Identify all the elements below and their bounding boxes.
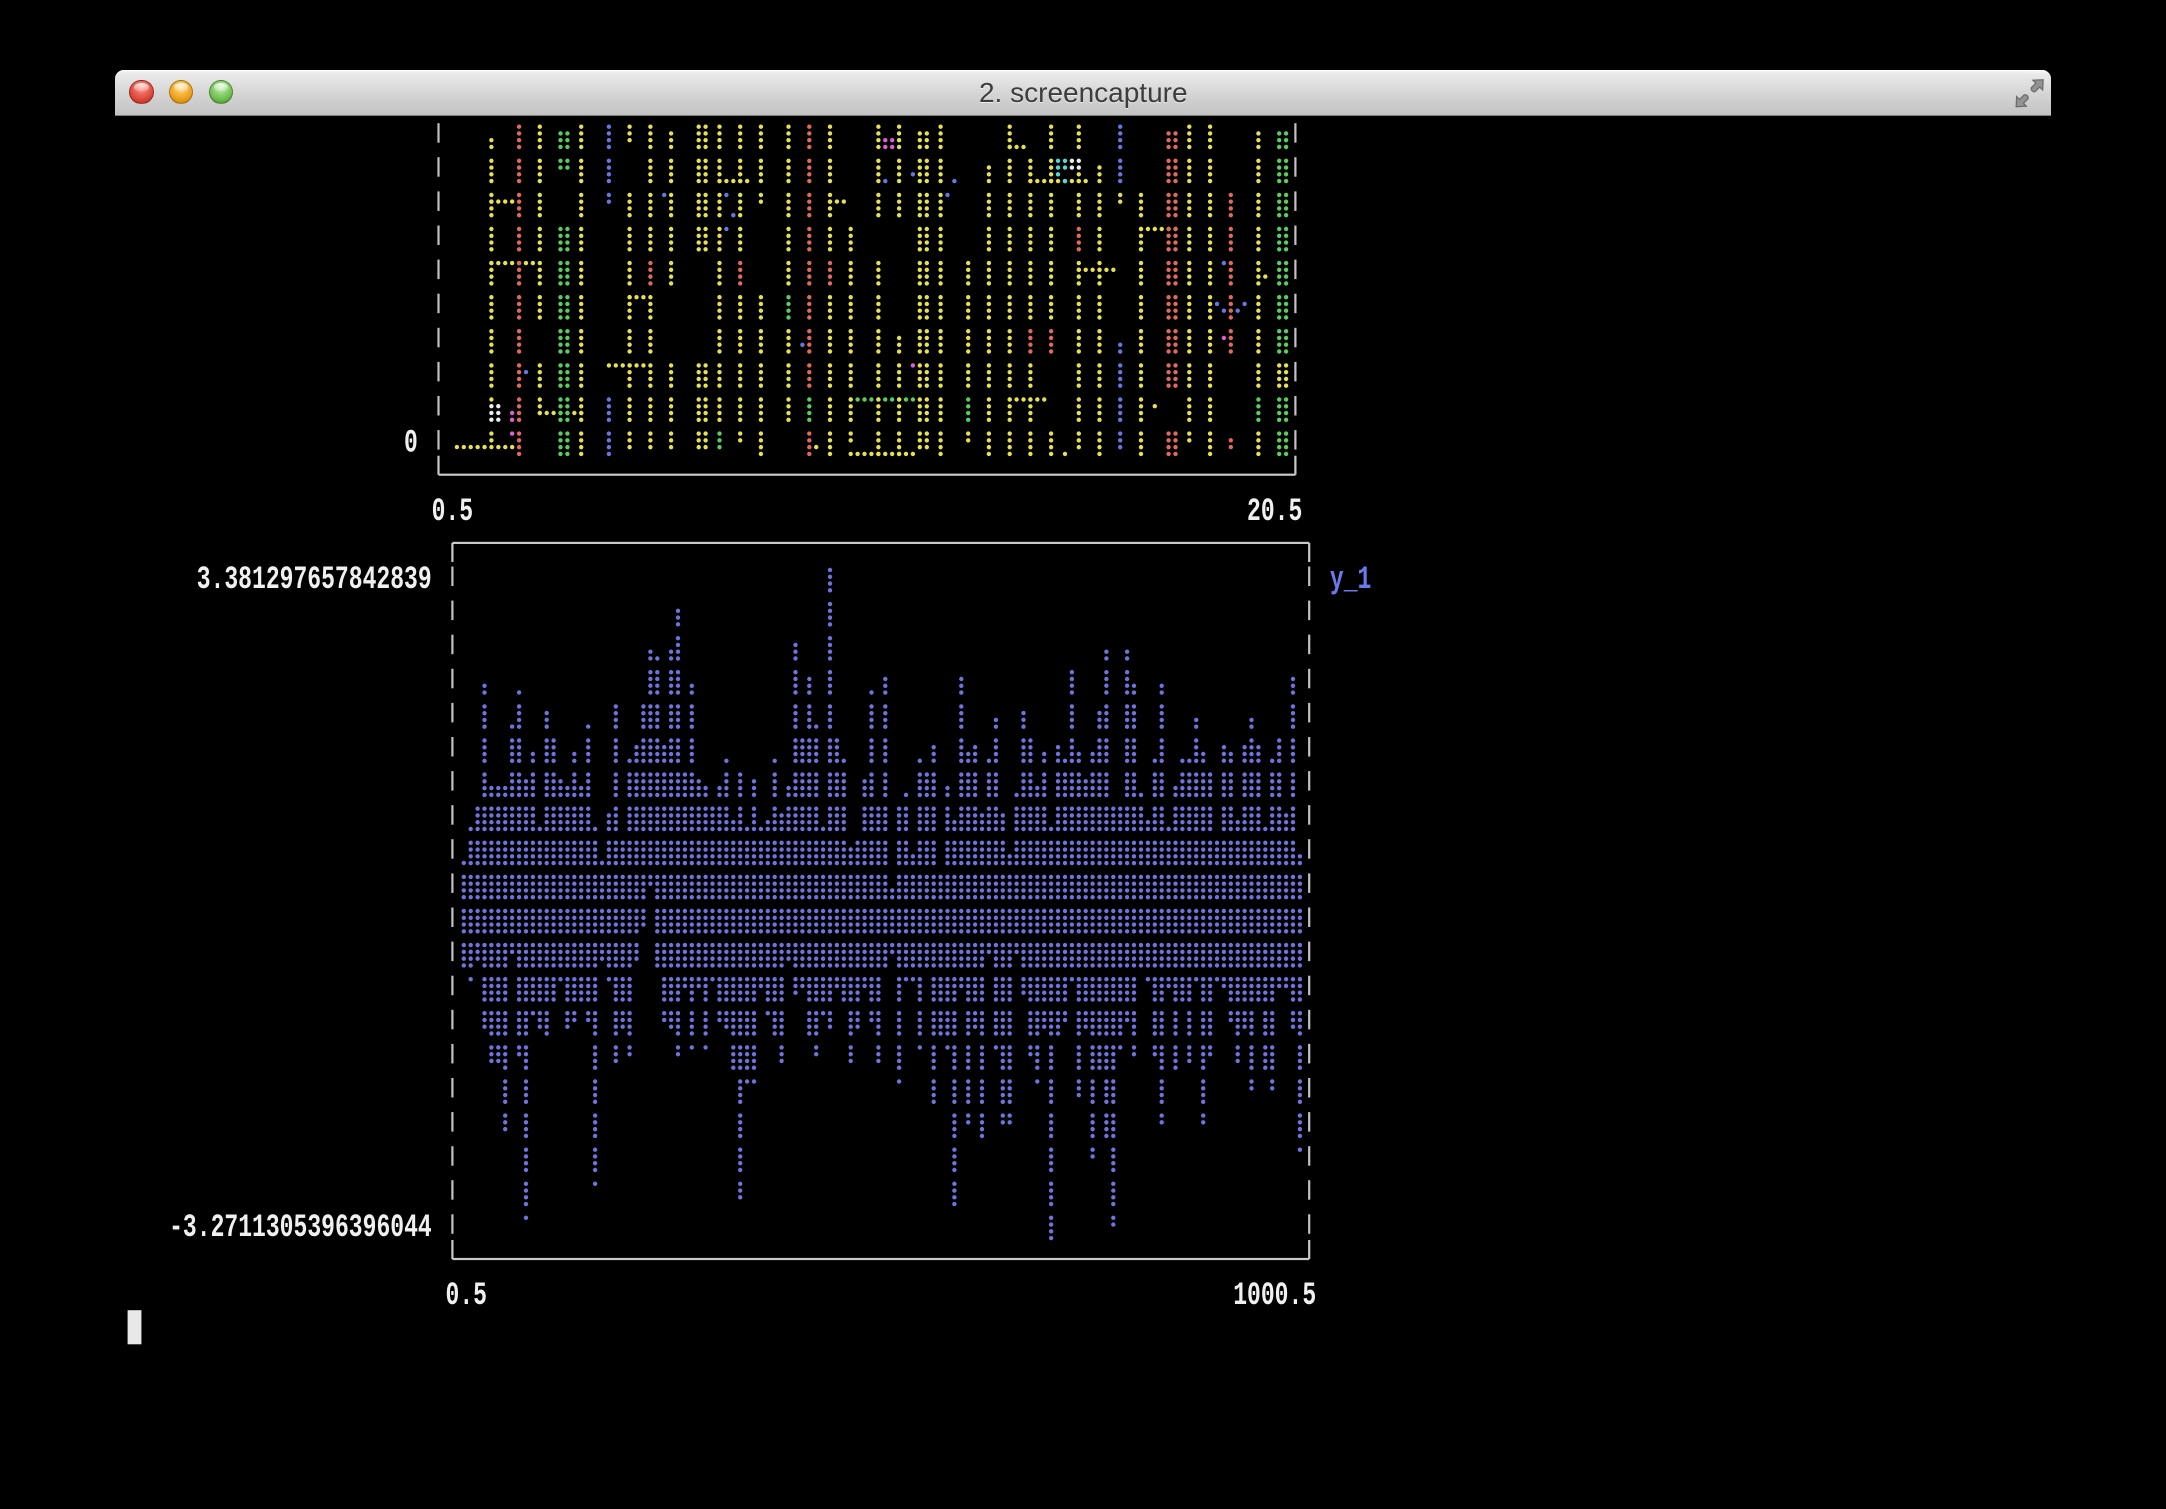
svg-text:20.5: 20.5 <box>1247 495 1302 531</box>
svg-text:0: 0 <box>404 426 418 462</box>
svg-text:0.5: 0.5 <box>432 495 473 531</box>
svg-text:-3.2711305396396044: -3.2711305396396044 <box>169 1211 432 1247</box>
svg-text:y_1: y_1 <box>1330 563 1371 599</box>
svg-text:1000.5: 1000.5 <box>1233 1279 1316 1315</box>
svg-text:3.381297657842839: 3.381297657842839 <box>197 563 432 599</box>
svg-text:0.5: 0.5 <box>446 1279 487 1315</box>
